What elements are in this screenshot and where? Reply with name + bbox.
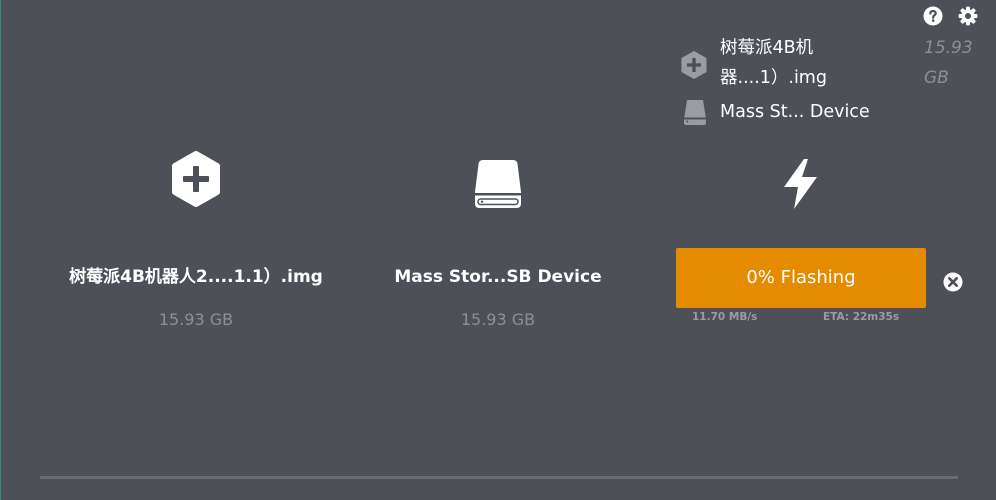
- gear-icon[interactable]: [958, 6, 978, 26]
- summary-image-name: 树莓派4B机 器....1）.img: [720, 38, 827, 88]
- help-icon[interactable]: [923, 6, 943, 26]
- cancel-icon[interactable]: [943, 272, 963, 292]
- drive-size: 15.93 GB: [460, 310, 536, 329]
- flash-eta: ETA: 22m35s: [823, 311, 900, 323]
- image-step: 树莓派4B机器人2....1.1）.img 15.93 GB: [46, 150, 346, 329]
- footer-divider: [40, 476, 958, 479]
- flash-progress-button[interactable]: 0% Flashing: [676, 248, 926, 308]
- add-image-icon: [681, 51, 707, 79]
- flash-speed: 11.70 MB/s: [692, 311, 758, 323]
- drive-step: Mass Stor...SB Device 15.93 GB: [348, 150, 648, 329]
- drive-icon[interactable]: [473, 158, 523, 210]
- lightning-bolt-icon: [784, 159, 817, 209]
- add-image-icon[interactable]: [171, 150, 221, 207]
- summary-image-size: 15.93 GB: [924, 38, 973, 88]
- image-name: 树莓派4B机器人2....1.1）.img: [69, 267, 323, 287]
- summary-drive-name: Mass St... Device: [720, 102, 870, 122]
- drive-name: Mass Stor...SB Device: [394, 267, 602, 287]
- drive-icon: [684, 100, 706, 125]
- image-size: 15.93 GB: [158, 310, 234, 329]
- flash-progress-label: 0% Flashing: [746, 267, 856, 288]
